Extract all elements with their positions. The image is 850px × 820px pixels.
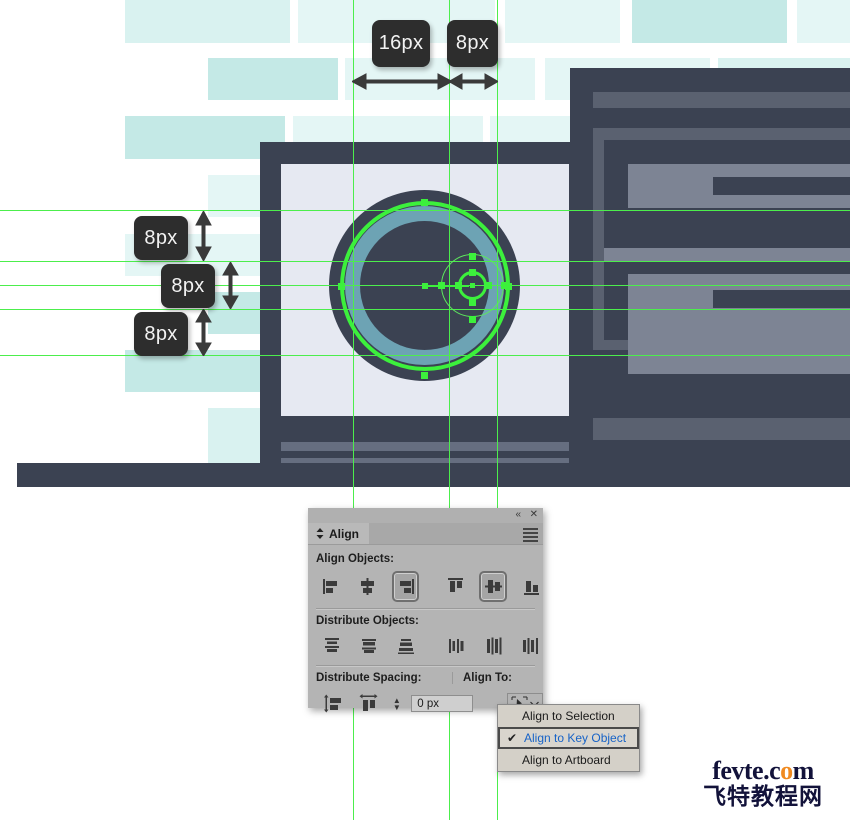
arrow-16px [352, 73, 452, 90]
distribute-horizontal-space-button[interactable] [356, 690, 383, 717]
arrow-vert-8px-top [195, 211, 212, 261]
close-icon[interactable]: ✕ [530, 510, 538, 520]
updown-arrows-icon [316, 528, 324, 539]
anchor-point[interactable] [421, 372, 428, 379]
distribute-horizontal-right-button[interactable] [518, 632, 543, 659]
align-objects-label: Align Objects: [316, 553, 394, 565]
bg-tile [632, 0, 787, 43]
align-panel[interactable]: « ✕ Align Align Objects: Distribute Obje… [308, 508, 544, 714]
panel-menu-icon[interactable] [523, 528, 538, 544]
align-right-edges-button[interactable] [391, 571, 420, 602]
spacing-input[interactable]: 0 px [411, 695, 473, 712]
right-panel-block-3 [628, 274, 850, 374]
stepper-down-icon[interactable]: ▼ [393, 703, 401, 711]
measurement-badge-8px-top: 8px [134, 216, 188, 260]
key-anchor-point[interactable] [438, 282, 445, 289]
bg-tile [505, 0, 620, 43]
arrow-vert-8px-mid [222, 262, 239, 309]
watermark-latin-before: fevte.c [712, 756, 781, 785]
tab-align[interactable]: Align [308, 523, 369, 544]
panel-tab-row: Align [308, 523, 543, 545]
bg-tile [797, 0, 850, 43]
bg-tile [208, 408, 260, 466]
check-icon: ✔ [507, 731, 518, 745]
menu-item-align-to-selection[interactable]: Align to Selection [498, 705, 639, 727]
section-align-objects: Align Objects: [308, 545, 543, 565]
key-anchor-point[interactable] [469, 299, 476, 306]
measurement-badge-16px: 16px [372, 20, 430, 67]
align-to-dropdown[interactable]: Align to Selection ✔ Align to Key Object… [497, 704, 640, 772]
distribute-horizontal-left-button[interactable] [444, 632, 469, 659]
key-anchor-point[interactable] [469, 269, 476, 276]
collapse-icon[interactable]: « [515, 510, 521, 520]
arrow-8px [449, 73, 498, 90]
anchor-point[interactable] [338, 283, 345, 290]
menu-item-label: Align to Key Object [524, 731, 627, 745]
watermark-chinese: 飞特教程网 [703, 784, 823, 810]
distribute-vertical-center-button[interactable] [357, 632, 382, 659]
measurement-badge-8px-mid: 8px [161, 264, 215, 308]
section-distribute-spacing: Distribute Spacing: Align To: [308, 667, 543, 684]
distribute-vertical-space-button[interactable] [320, 690, 347, 717]
distribute-vertical-bottom-button[interactable] [394, 632, 419, 659]
key-anchor-point[interactable] [469, 316, 476, 323]
align-bottom-edges-button[interactable] [519, 573, 543, 600]
align-objects-buttons[interactable] [320, 571, 543, 602]
distribute-horizontal-center-button[interactable] [481, 632, 506, 659]
right-panel-bottombar [593, 418, 850, 440]
align-horizontal-centers-button[interactable] [356, 573, 380, 600]
right-panel-notch-1 [713, 177, 850, 195]
section-distribute-objects: Distribute Objects: [308, 610, 543, 627]
menu-item-label: Align to Selection [522, 709, 615, 723]
watermark-latin: fevte.com [683, 758, 843, 784]
align-left-edges-button[interactable] [320, 573, 344, 600]
align-top-edges-button[interactable] [443, 573, 467, 600]
spacing-stepper[interactable]: ▲ ▼ [391, 695, 402, 712]
menu-item-label: Align to Artboard [522, 753, 611, 767]
canvas: 16px 8px 8px 8px 8px « ✕ Align Align Obj… [0, 0, 850, 820]
distribute-spacing-label: Distribute Spacing: [316, 672, 422, 684]
watermark-latin-accent: o [780, 756, 793, 785]
distribute-vertical-top-button[interactable] [320, 632, 345, 659]
bg-tile [125, 0, 290, 43]
menu-item-align-to-artboard[interactable]: Align to Artboard [498, 749, 639, 771]
bg-tile [208, 58, 338, 100]
distribute-objects-buttons[interactable] [320, 632, 543, 659]
body-stripe [281, 442, 569, 451]
align-vertical-centers-button[interactable] [479, 571, 508, 602]
measurement-badge-8px-h: 8px [447, 20, 498, 67]
right-panel-notch-2 [713, 290, 850, 308]
key-anchor-point[interactable] [485, 282, 492, 289]
watermark: fevte.com 飞特教程网 [683, 758, 843, 810]
distribute-objects-label: Distribute Objects: [316, 615, 419, 627]
tab-align-label: Align [329, 526, 359, 541]
key-center-anchor[interactable] [470, 283, 475, 288]
right-panel-topbar [593, 92, 850, 108]
key-anchor-point[interactable] [469, 253, 476, 260]
arrow-vert-8px-bottom [195, 309, 212, 356]
panel-titlebar: « ✕ [308, 508, 543, 523]
key-anchor-point[interactable] [501, 282, 508, 289]
menu-item-align-to-key-object[interactable]: ✔ Align to Key Object [498, 727, 639, 749]
anchor-point[interactable] [421, 199, 428, 206]
right-panel-block-2 [604, 248, 850, 262]
bottom-bar [17, 463, 850, 487]
measurement-badge-8px-bottom: 8px [134, 312, 188, 356]
align-to-label: Align To: [463, 672, 512, 684]
watermark-latin-after: m [792, 756, 815, 785]
key-anchor-point[interactable] [455, 282, 462, 289]
